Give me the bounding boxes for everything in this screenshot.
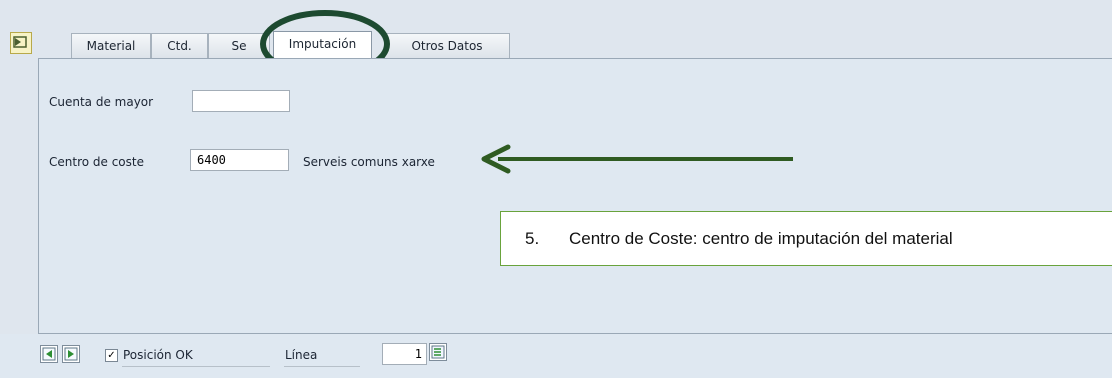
posicion-ok-label: Posición OK — [123, 348, 193, 362]
line-select-icon[interactable] — [429, 343, 447, 361]
centro-de-coste-label: Centro de coste — [49, 155, 144, 169]
checkmark-icon: ✓ — [107, 350, 116, 361]
centro-de-coste-description: Serveis comuns xarxe — [303, 155, 435, 169]
centro-de-coste-input[interactable]: 6400 — [190, 149, 289, 171]
annotation-text: Centro de Coste: centro de imputación de… — [569, 229, 953, 248]
linea-underline — [284, 366, 360, 367]
next-item-icon[interactable] — [62, 345, 80, 363]
posicion-ok-checkbox[interactable]: ✓ — [105, 349, 118, 362]
linea-label: Línea — [285, 348, 318, 362]
annotation-arrow — [481, 144, 793, 174]
previous-item-icon[interactable] — [40, 345, 58, 363]
cuenta-de-mayor-input[interactable] — [192, 90, 290, 112]
posicion-ok-underline — [122, 366, 270, 367]
annotation-number: 5. — [525, 229, 540, 248]
linea-input[interactable]: 1 — [382, 343, 427, 365]
annotation-callout: 5. Centro de Coste: centro de imputación… — [500, 211, 1112, 266]
cuenta-de-mayor-label: Cuenta de mayor — [49, 95, 154, 109]
